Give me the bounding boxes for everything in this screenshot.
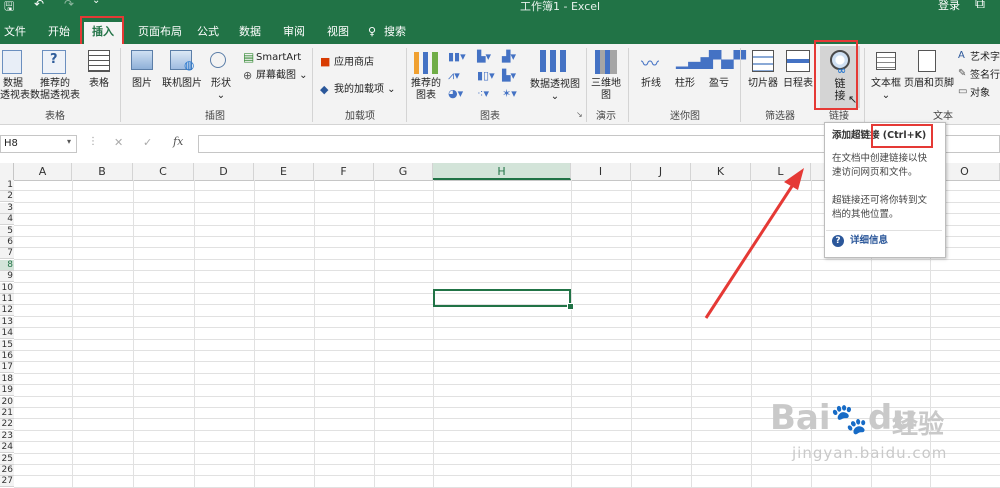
watermark-cn: 经验 [892,410,945,440]
paw-icon: 🐾 [830,402,868,437]
watermark-url: jingyan.baidu.com [792,444,948,462]
